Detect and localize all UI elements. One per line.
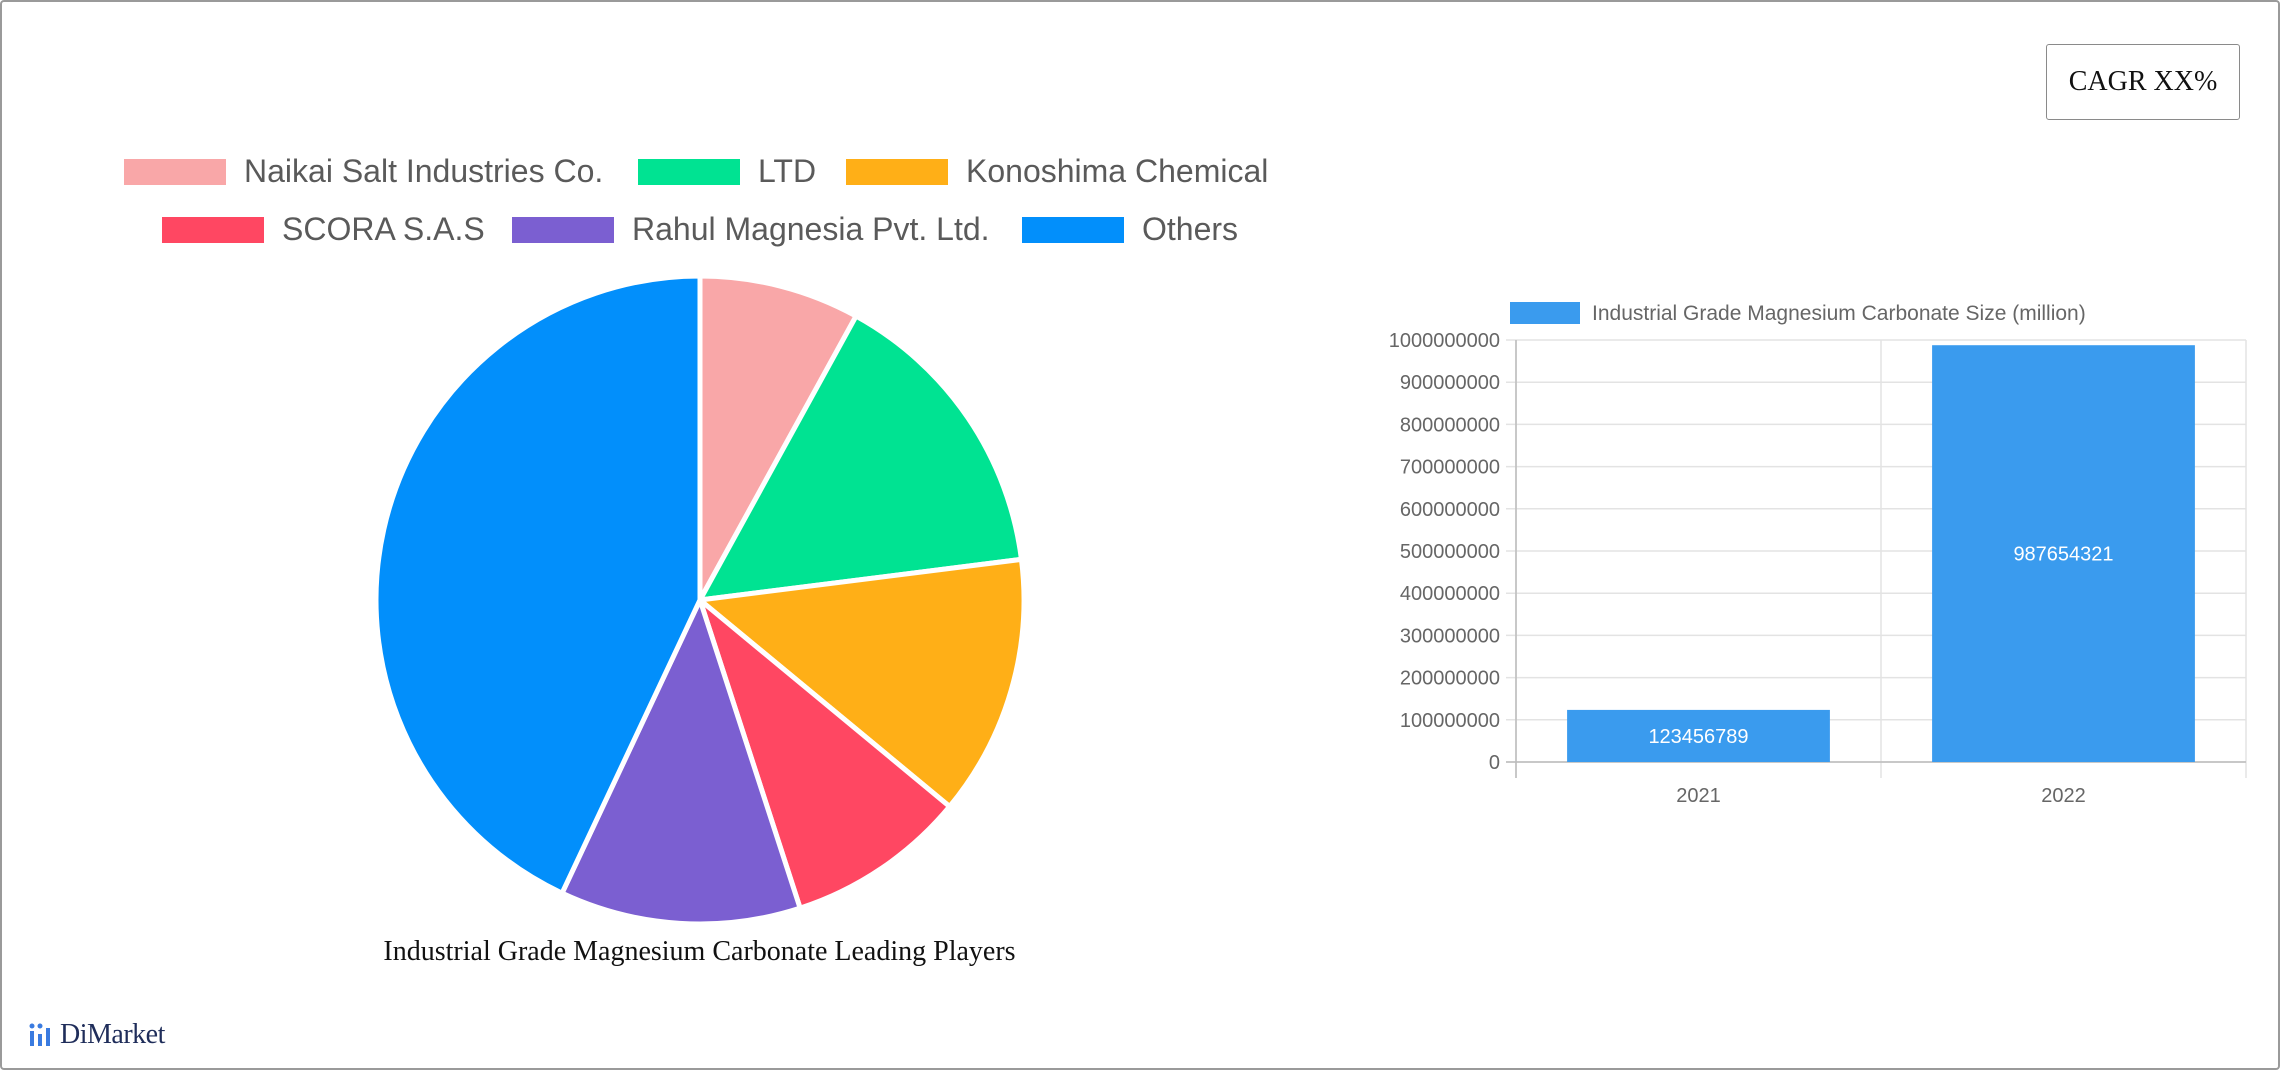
x-tick-label: 2022 [2041,785,2086,807]
pie-legend-label[interactable]: Rahul Magnesia Pvt. Ltd. [632,211,990,247]
pie-chart: Naikai Salt Industries Co. LTD Konoshima C… [124,153,1268,927]
pie-legend-swatch[interactable] [1022,217,1124,243]
bar-value-label: 987654321 [2013,544,2113,566]
pie-legend-label[interactable]: SCORA S.A.S [282,211,485,247]
pie-legend-label[interactable]: LTD [758,153,816,189]
bar-value-label: 123456789 [1648,726,1748,748]
pie-legend-swatch[interactable] [638,159,740,185]
pie-legend-swatch[interactable] [124,159,226,185]
y-tick-label: 800000000 [1400,414,1500,436]
logo-text: DiMarket [60,1019,165,1050]
y-tick-label: 100000000 [1400,710,1500,732]
y-tick-label: 900000000 [1400,372,1500,394]
pie-legend-label[interactable]: Naikai Salt Industries Co. [244,153,603,189]
y-tick-label: 1000000000 [1389,330,1500,352]
bar-legend-label[interactable]: Industrial Grade Magnesium Carbonate Siz… [1592,302,2086,325]
y-tick-label: 0 [1489,752,1500,774]
y-tick-label: 600000000 [1400,499,1500,521]
y-tick-label: 400000000 [1400,583,1500,605]
pie-legend-swatch[interactable] [846,159,948,185]
pie-chart-caption: Industrial Grade Magnesium Carbonate Lea… [383,936,1016,967]
x-tick-label: 2021 [1676,785,1721,807]
pie-legend-swatch[interactable] [512,217,614,243]
pie-legend-label[interactable]: Others [1142,211,1238,247]
pie-legend-swatch[interactable] [162,217,264,243]
pie-legend-label[interactable]: Konoshima Chemical [966,153,1268,189]
bar-logo-icon [29,1023,50,1046]
y-tick-label: 500000000 [1400,541,1500,563]
y-tick-label: 200000000 [1400,668,1500,690]
y-tick-label: 300000000 [1400,625,1500,647]
report-card: CAGR XX% Naikai Salt Industries Co. LTD Ko… [0,0,2280,1070]
cagr-badge: CAGR XX% [2046,44,2240,120]
dimarket-logo[interactable]: DiMarket [28,1018,165,1052]
bar-chart: Industrial Grade Magnesium Carbonate Siz… [1389,302,2247,807]
y-tick-label: 700000000 [1400,457,1500,479]
bar-legend-swatch[interactable] [1510,302,1580,324]
